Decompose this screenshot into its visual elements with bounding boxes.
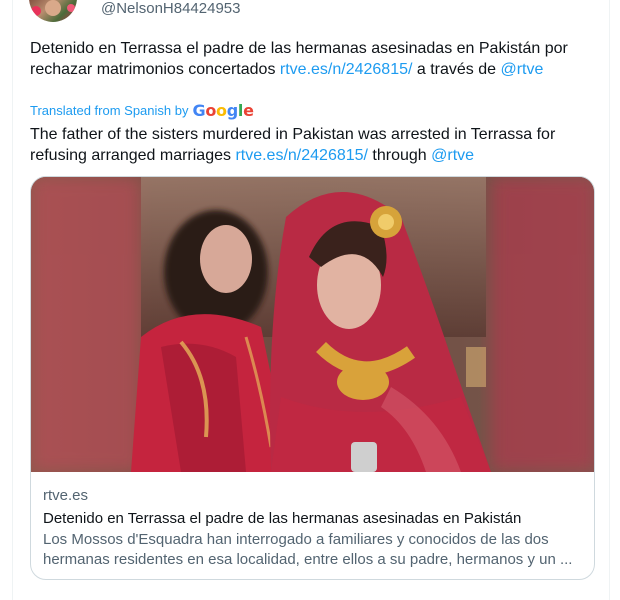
author-handle[interactable]: @NelsonH84424953 <box>101 0 241 17</box>
tweet-translated-text: The father of the sisters murdered in Pa… <box>30 124 595 166</box>
tweet-translated-mention[interactable]: @rtve <box>431 147 474 164</box>
avatar-face <box>45 0 61 16</box>
google-logo-letter: G <box>192 100 206 120</box>
avatar[interactable] <box>29 0 77 22</box>
google-logo: Google <box>192 101 253 120</box>
tweet-original-mention[interactable]: @rtve <box>500 61 543 78</box>
tweet-translated-link[interactable]: rtve.es/n/2426815/ <box>235 147 368 164</box>
google-logo-letter: o <box>205 100 217 120</box>
card-domain: rtve.es <box>43 487 89 504</box>
tweet-original-text: Detenido en Terrassa el padre de las her… <box>30 38 595 80</box>
tweet-container[interactable]: @NelsonH84424953 Detenido en Terrassa el… <box>12 0 610 600</box>
google-logo-letter: g <box>226 100 238 120</box>
google-logo-letter: e <box>243 100 254 120</box>
tweet-original-connector: a través de <box>412 61 501 78</box>
tweet-original-link[interactable]: rtve.es/n/2426815/ <box>280 61 413 78</box>
avatar-flower-decoration <box>67 4 75 12</box>
tweet-translated-connector: through <box>367 147 432 164</box>
link-preview-card[interactable]: rtve.es Detenido en Terrassa el padre de… <box>30 176 595 580</box>
avatar-flower-decoration <box>31 6 41 16</box>
translation-label: Translated from Spanish by <box>30 102 189 118</box>
google-logo-letter: o <box>216 100 227 120</box>
link-preview-image[interactable] <box>31 177 594 472</box>
card-title[interactable]: Detenido en Terrassa el padre de las her… <box>43 510 521 527</box>
card-description: Los Mossos d'Esquadra han interrogado a … <box>43 531 573 568</box>
translation-attribution[interactable]: Translated from Spanish by Google <box>30 101 254 120</box>
